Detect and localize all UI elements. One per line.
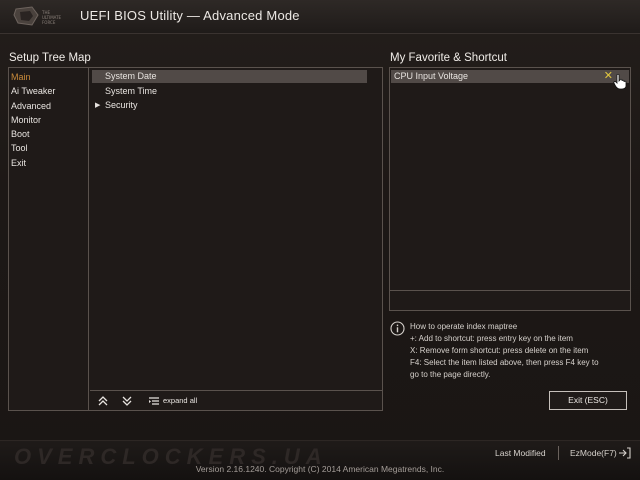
help-line: X: Remove form shortcut: press delete on… xyxy=(410,346,589,355)
favorite-panel: CPU Input Voltage ✕ xyxy=(389,67,631,311)
menu-item-main[interactable]: Main xyxy=(11,72,31,82)
svg-text:FORCE: FORCE xyxy=(42,20,56,25)
remove-x-icon[interactable]: ✕ xyxy=(604,70,613,82)
expand-all-label[interactable]: expand all xyxy=(163,396,197,405)
help-line: go to the page directly. xyxy=(410,370,491,379)
tree-map-panel: Main Ai Tweaker Advanced Monitor Boot To… xyxy=(8,67,383,411)
menu-item-boot[interactable]: Boot xyxy=(11,129,30,139)
tree-item-system-time[interactable]: System Time xyxy=(92,85,367,98)
tree-menu-list: Main Ai Tweaker Advanced Monitor Boot To… xyxy=(9,68,89,410)
favorite-item[interactable]: CPU Input Voltage ✕ xyxy=(391,70,629,90)
ezmode-button[interactable]: EzMode(F7) xyxy=(570,447,631,459)
menu-item-tool[interactable]: Tool xyxy=(11,143,28,153)
tree-item-label: System Date xyxy=(105,71,157,81)
favorite-footer xyxy=(390,290,630,310)
exit-button[interactable]: Exit (ESC) xyxy=(549,391,627,410)
tuf-logo: THE ULTIMATE FORCE xyxy=(13,6,62,26)
favorite-heading: My Favorite & Shortcut xyxy=(390,52,507,64)
menu-item-exit[interactable]: Exit xyxy=(11,158,26,168)
ezmode-label: EzMode(F7) xyxy=(570,448,617,458)
help-line: How to operate index maptree xyxy=(410,322,518,331)
expand-down-icon[interactable] xyxy=(120,394,134,408)
collapse-up-icon[interactable] xyxy=(96,394,110,408)
title-bar: THE ULTIMATE FORCE UEFI BIOS Utility — A… xyxy=(0,0,640,34)
menu-item-advanced[interactable]: Advanced xyxy=(11,101,51,111)
tree-map-heading: Setup Tree Map xyxy=(9,52,91,64)
menu-item-ai-tweaker[interactable]: Ai Tweaker xyxy=(11,86,55,96)
tree-item-list: System Date System Time ▶ Security xyxy=(90,68,382,390)
tree-item-label: Security xyxy=(105,100,138,110)
last-modified-button[interactable]: Last Modified xyxy=(495,448,546,458)
help-line: F4: Select the item listed above, then p… xyxy=(410,358,599,367)
bios-window: THE ULTIMATE FORCE UEFI BIOS Utility — A… xyxy=(0,0,640,480)
divider xyxy=(558,446,559,460)
expand-all-icon[interactable] xyxy=(147,394,161,408)
tree-item-label: System Time xyxy=(105,86,158,96)
tree-item-security[interactable]: ▶ Security xyxy=(92,99,367,112)
favorite-item-label: CPU Input Voltage xyxy=(394,71,469,81)
tree-item-system-date[interactable]: System Date xyxy=(92,70,367,83)
exit-arrow-icon xyxy=(619,447,631,459)
info-icon xyxy=(390,321,405,336)
tree-toolbar: expand all xyxy=(90,390,382,410)
app-title: UEFI BIOS Utility — Advanced Mode xyxy=(80,8,300,23)
menu-item-monitor[interactable]: Monitor xyxy=(11,115,41,125)
help-line: +: Add to shortcut: press entry key on t… xyxy=(410,334,573,343)
expand-arrow-icon: ▶ xyxy=(95,102,101,109)
copyright-text: Version 2.16.1240. Copyright (C) 2014 Am… xyxy=(195,464,445,474)
hand-cursor-icon xyxy=(613,74,627,90)
